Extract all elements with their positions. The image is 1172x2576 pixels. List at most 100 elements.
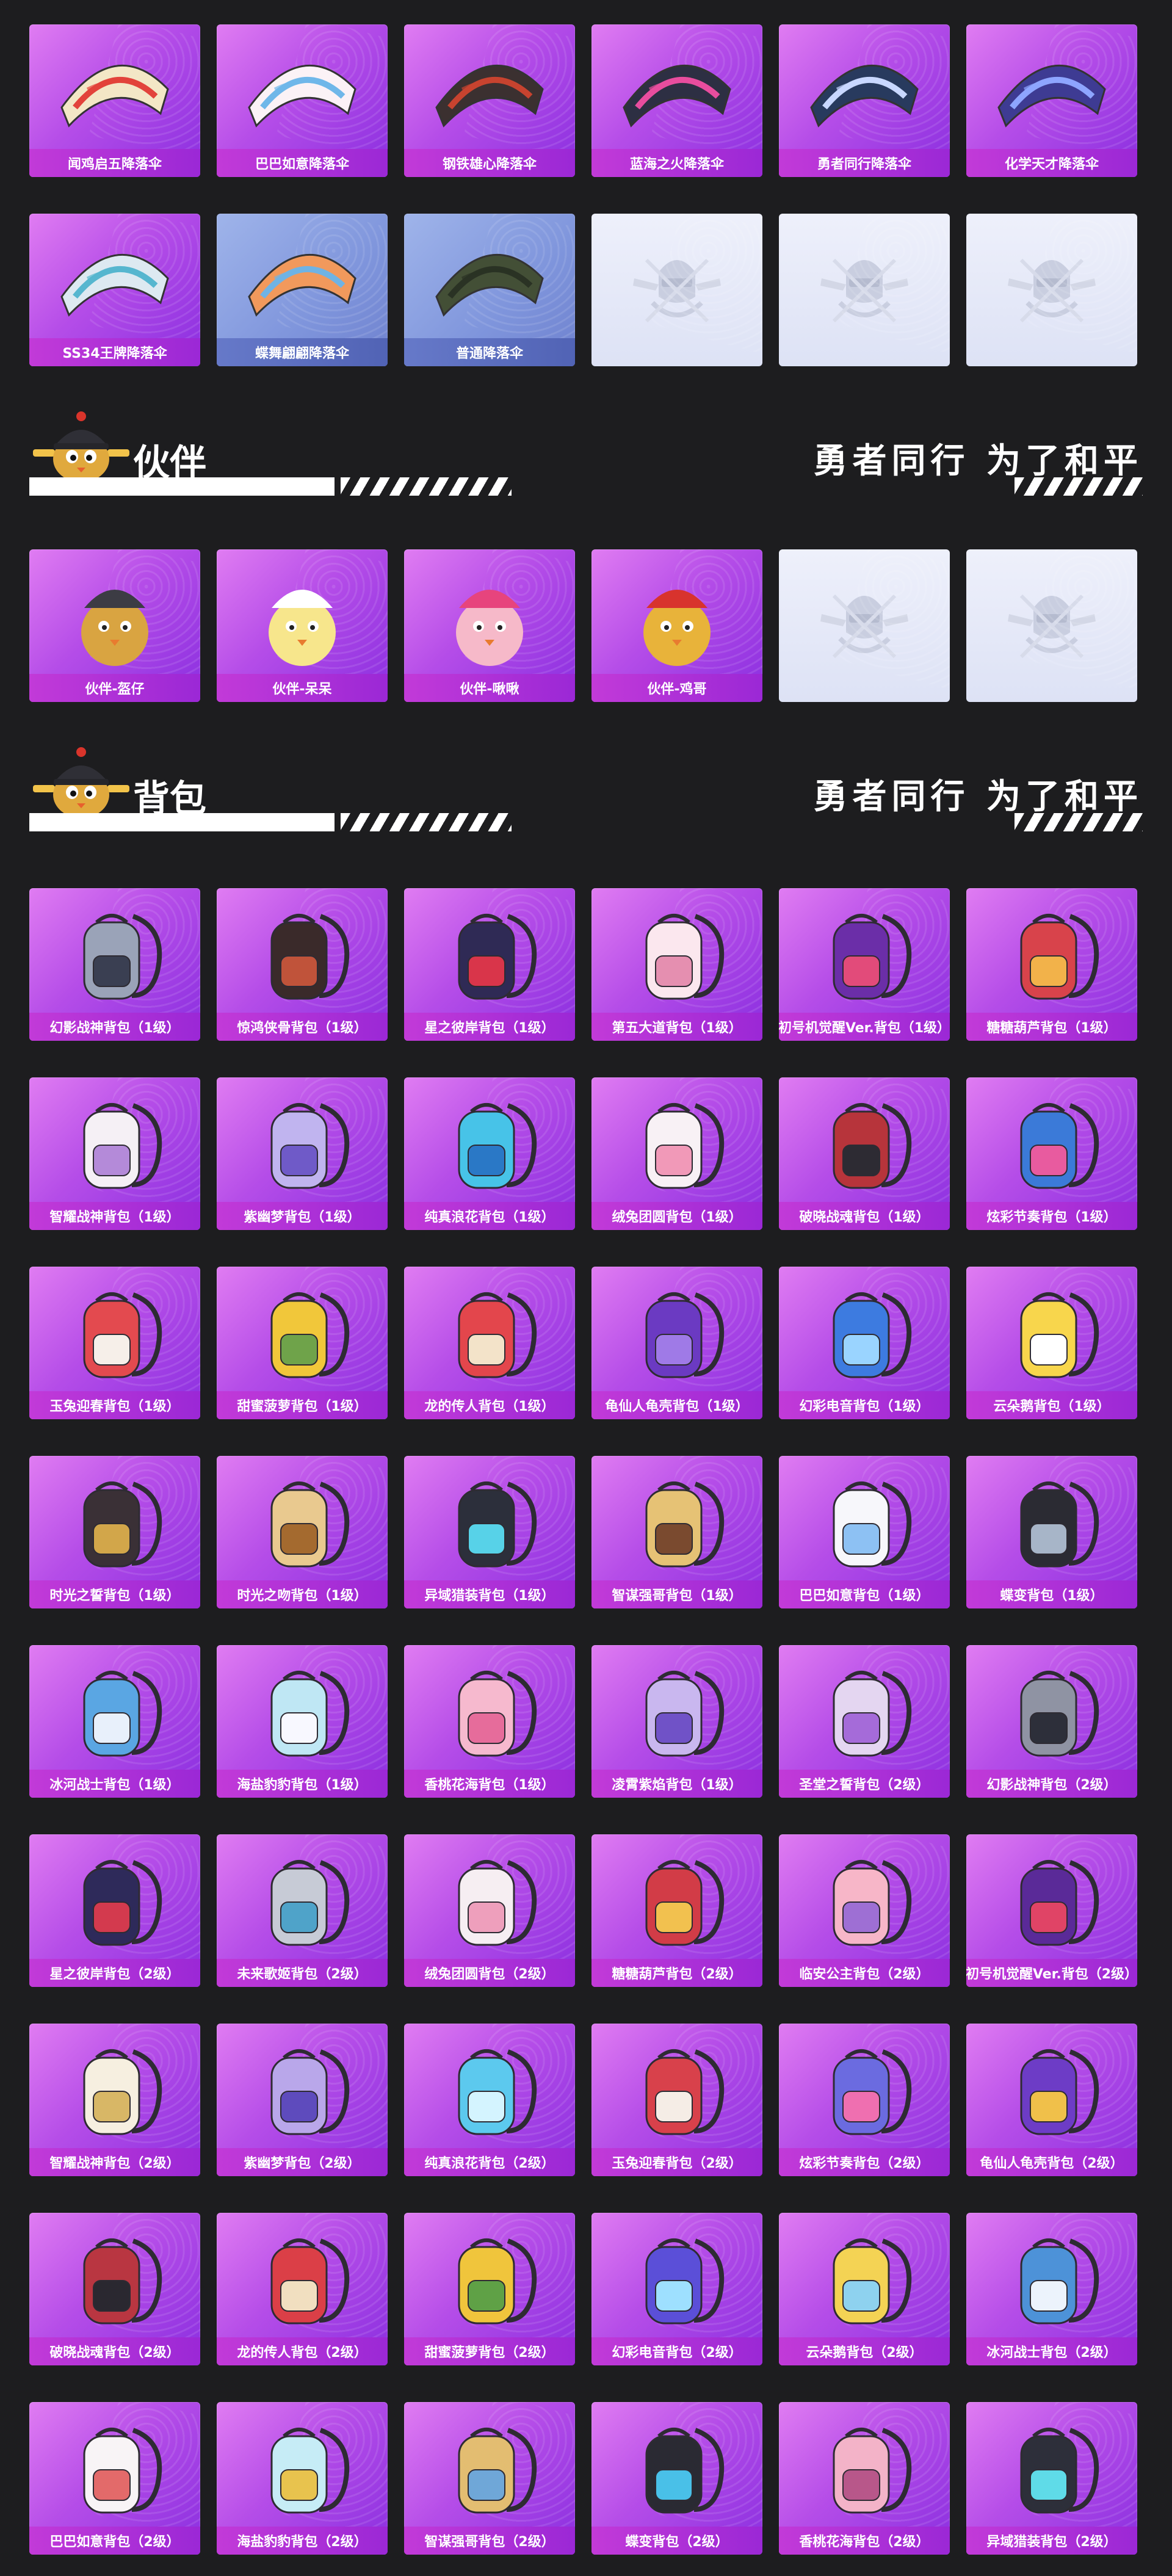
item-name-label: 纯真浪花背包（1级） xyxy=(404,1202,575,1230)
backpack-card[interactable]: 龟仙人龟壳背包（1级） xyxy=(591,1267,762,1419)
backpack-card[interactable]: 蝶变背包（2级） xyxy=(591,2402,762,2555)
backpack-icon xyxy=(645,1860,725,1946)
backpack-card[interactable]: 异域猎装背包（1级） xyxy=(404,1456,575,1608)
backpack-card[interactable]: 幻影战神背包（2级） xyxy=(966,1645,1137,1798)
backpack-card[interactable]: 凌霄紫焰背包（1级） xyxy=(591,1645,762,1798)
backpack-card[interactable]: 海盐豹豹背包（1级） xyxy=(217,1645,388,1798)
parachute-card[interactable]: 化学天才降落伞 xyxy=(966,24,1137,177)
backpack-icon xyxy=(833,2049,912,2135)
companion-figure-icon xyxy=(456,590,523,666)
item-name-label: 闻鸡启五降落伞 xyxy=(29,149,200,177)
backpack-card[interactable]: 星之彼岸背包（2级） xyxy=(29,1834,200,1987)
companion-card[interactable]: 伙伴-盔仔 xyxy=(29,549,200,702)
backpack-icon xyxy=(1020,1103,1099,1189)
backpack-card[interactable]: 云朵鹅背包（1级） xyxy=(966,1267,1137,1419)
backpack-card[interactable]: 甜蜜菠萝背包（2级） xyxy=(404,2213,575,2365)
backpack-card[interactable]: 糖糖葫芦背包（1级） xyxy=(966,888,1137,1041)
backpack-card[interactable]: 破晓战魂背包（1级） xyxy=(779,1077,950,1230)
backpack-icon xyxy=(458,1671,537,1757)
parachute-card[interactable]: SS34王牌降落伞 xyxy=(29,214,200,366)
backpack-card[interactable]: 甜蜜菠萝背包（1级） xyxy=(217,1267,388,1419)
backpack-card[interactable]: 第五大道背包（1级） xyxy=(591,888,762,1041)
backpack-card[interactable]: 紫幽梦背包（1级） xyxy=(217,1077,388,1230)
backpack-card[interactable]: 炫彩节奏背包（1级） xyxy=(966,1077,1137,1230)
backpack-card[interactable]: 初号机觉醒Ver.背包（2级） xyxy=(966,1834,1137,1987)
backpack-card[interactable]: 时光之吻背包（1级） xyxy=(217,1456,388,1608)
backpack-card[interactable]: 海盐豹豹背包（2级） xyxy=(217,2402,388,2555)
backpack-card[interactable]: 圣堂之誓背包（2级） xyxy=(779,1645,950,1798)
item-name-label: 紫幽梦背包（1级） xyxy=(217,1202,388,1230)
backpack-card[interactable]: 蝶变背包（1级） xyxy=(966,1456,1137,1608)
backpack-card[interactable]: 炫彩节奏背包（2级） xyxy=(779,2024,950,2176)
parachute-card[interactable]: 普通降落伞 xyxy=(404,214,575,366)
backpack-card[interactable]: 智耀战神背包（2级） xyxy=(29,2024,200,2176)
backpack-card[interactable]: 幻影战神背包（1级） xyxy=(29,888,200,1041)
backpack-card[interactable]: 巴巴如意背包（2级） xyxy=(29,2402,200,2555)
backpack-card[interactable]: 临安公主背包（2级） xyxy=(779,1834,950,1987)
empty-slot-card[interactable] xyxy=(779,214,950,366)
backpack-card[interactable]: 香桃花海背包（2级） xyxy=(779,2402,950,2555)
backpack-icon xyxy=(645,2428,725,2514)
parachute-card[interactable]: 钢铁雄心降落伞 xyxy=(404,24,575,177)
item-name-label: 海盐豹豹背包（2级） xyxy=(217,2527,388,2555)
empty-slot-card[interactable] xyxy=(779,549,950,702)
backpack-card[interactable]: 幻彩电音背包（1级） xyxy=(779,1267,950,1419)
backpack-card[interactable]: 时光之誓背包（1级） xyxy=(29,1456,200,1608)
item-name-label: 蝶变背包（2级） xyxy=(591,2527,762,2555)
parachute-card[interactable]: 勇者同行降落伞 xyxy=(779,24,950,177)
backpack-card[interactable]: 糖糖葫芦背包（2级） xyxy=(591,1834,762,1987)
backpack-card[interactable]: 绒兔团圆背包（2级） xyxy=(404,1834,575,1987)
parachute-card[interactable]: 蝶舞翩翩降落伞 xyxy=(217,214,388,366)
backpack-card[interactable]: 纯真浪花背包（2级） xyxy=(404,2024,575,2176)
backpack-card[interactable]: 异域猎装背包（2级） xyxy=(966,2402,1137,2555)
backpack-card[interactable]: 龟仙人龟壳背包（2级） xyxy=(966,2024,1137,2176)
empty-slot-card[interactable] xyxy=(966,214,1137,366)
item-name-label: 智耀战神背包（1级） xyxy=(29,1202,200,1230)
backpack-card[interactable]: 冰河战士背包（2级） xyxy=(966,2213,1137,2365)
backpack-card[interactable]: 惊鸿侠骨背包（1级） xyxy=(217,888,388,1041)
backpack-icon xyxy=(458,1292,537,1378)
backpack-card[interactable]: 香桃花海背包（1级） xyxy=(404,1645,575,1798)
backpack-card[interactable]: 破晓战魂背包（2级） xyxy=(29,2213,200,2365)
pubg-emblem-icon xyxy=(1008,594,1096,659)
backpack-card[interactable]: 幻彩电音背包（2级） xyxy=(591,2213,762,2365)
backpack-card[interactable]: 智谋强哥背包（2级） xyxy=(404,2402,575,2555)
backpack-card[interactable]: 初号机觉醒Ver.背包（1级） xyxy=(779,888,950,1041)
empty-slot-card[interactable] xyxy=(966,549,1137,702)
item-name-label: 紫幽梦背包（2级） xyxy=(217,2148,388,2176)
backpack-card[interactable]: 纯真浪花背包（1级） xyxy=(404,1077,575,1230)
companion-card[interactable]: 伙伴-呆呆 xyxy=(217,549,388,702)
parachute-card[interactable]: 闻鸡启五降落伞 xyxy=(29,24,200,177)
item-name-label: 幻彩电音背包（2级） xyxy=(591,2337,762,2365)
backpack-icon xyxy=(270,914,350,1000)
companion-card[interactable]: 伙伴-啾啾 xyxy=(404,549,575,702)
backpack-card[interactable]: 龙的传人背包（2级） xyxy=(217,2213,388,2365)
item-name-label: 时光之吻背包（1级） xyxy=(217,1580,388,1608)
backpack-icon xyxy=(1020,2049,1099,2135)
companion-card[interactable]: 伙伴-鸡哥 xyxy=(591,549,762,702)
backpack-card[interactable]: 紫幽梦背包（2级） xyxy=(217,2024,388,2176)
item-name-label: 幻影战神背包（1级） xyxy=(29,1013,200,1041)
item-name-label: 时光之誓背包（1级） xyxy=(29,1580,200,1608)
parachute-icon xyxy=(435,253,544,317)
backpack-card[interactable]: 智耀战神背包（1级） xyxy=(29,1077,200,1230)
backpack-icon xyxy=(83,1292,162,1378)
backpack-icon xyxy=(270,1292,350,1378)
item-name-label: 异域猎装背包（2级） xyxy=(966,2527,1137,2555)
parachute-card[interactable]: 巴巴如意降落伞 xyxy=(217,24,388,177)
parachute-card[interactable]: 蓝海之火降落伞 xyxy=(591,24,762,177)
pubg-emblem-icon xyxy=(1008,258,1096,323)
backpack-card[interactable]: 冰河战士背包（1级） xyxy=(29,1645,200,1798)
backpack-card[interactable]: 龙的传人背包（1级） xyxy=(404,1267,575,1419)
backpack-card[interactable]: 玉兔迎春背包（2级） xyxy=(591,2024,762,2176)
empty-slot-card[interactable] xyxy=(591,214,762,366)
backpack-card[interactable]: 未来歌姬背包（2级） xyxy=(217,1834,388,1987)
backpack-card[interactable]: 玉兔迎春背包（1级） xyxy=(29,1267,200,1419)
backpack-card[interactable]: 巴巴如意背包（1级） xyxy=(779,1456,950,1608)
backpack-icon xyxy=(270,1671,350,1757)
backpack-card[interactable]: 绒兔团圆背包（1级） xyxy=(591,1077,762,1230)
backpack-card[interactable]: 星之彼岸背包（1级） xyxy=(404,888,575,1041)
backpack-card[interactable]: 云朵鹅背包（2级） xyxy=(779,2213,950,2365)
item-name-label: 绒兔团圆背包（1级） xyxy=(591,1202,762,1230)
backpack-card[interactable]: 智谋强哥背包（1级） xyxy=(591,1456,762,1608)
